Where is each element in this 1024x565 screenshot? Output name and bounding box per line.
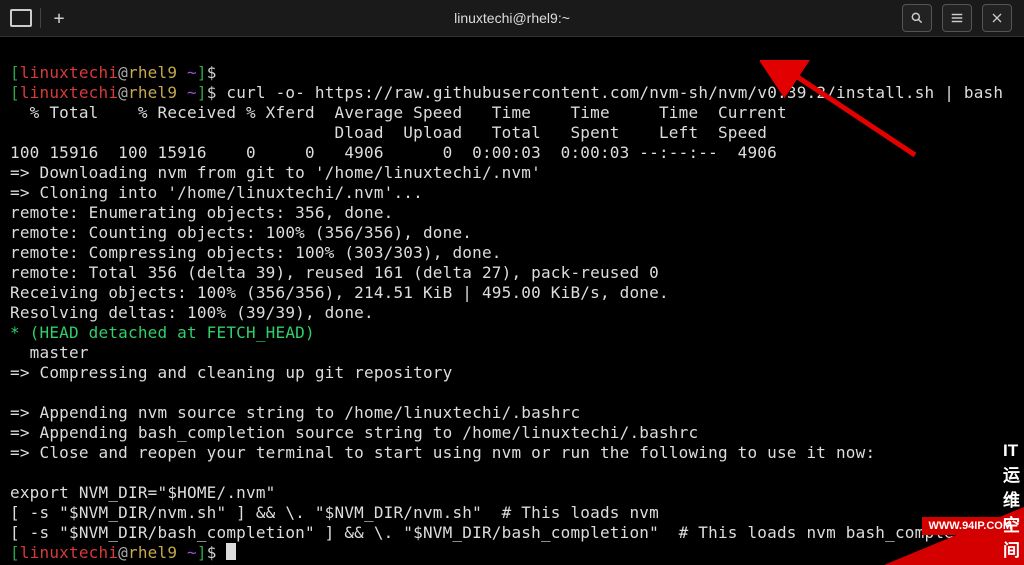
output-line: => Close and reopen your terminal to sta…: [10, 443, 875, 462]
output-line: [ -s "$NVM_DIR/nvm.sh" ] && \. "$NVM_DIR…: [10, 503, 659, 522]
close-icon: [991, 12, 1003, 24]
curl-header-1: % Total % Received % Xferd Average Speed…: [10, 103, 787, 122]
watermark-text: IT运维空间: [1003, 441, 1020, 561]
titlebar-right: [902, 4, 1024, 32]
git-head-line: * (HEAD detached at FETCH_HEAD): [10, 323, 315, 342]
curl-progress: 100 15916 100 15916 0 0 4906 0 0:00:03 0…: [10, 143, 777, 162]
output-line: Receiving objects: 100% (356/356), 214.5…: [10, 283, 669, 302]
titlebar: + linuxtechi@rhel9:~: [0, 0, 1024, 37]
terminal-app-icon[interactable]: [10, 9, 32, 27]
menu-button[interactable]: [942, 4, 972, 32]
output-line: => Appending nvm source string to /home/…: [10, 403, 580, 422]
output-line: => Compressing and cleaning up git repos…: [10, 363, 452, 382]
terminal-output[interactable]: [linuxtechi@rhel9 ~]$ [linuxtechi@rhel9 …: [0, 37, 1024, 563]
output-line: remote: Total 356 (delta 39), reused 161…: [10, 263, 659, 282]
output-line: remote: Compressing objects: 100% (303/3…: [10, 243, 502, 262]
prompt-line-2: [linuxtechi@rhel9 ~]$: [10, 83, 217, 102]
titlebar-left: +: [0, 8, 69, 28]
prompt-line-3: [linuxtechi@rhel9 ~]$: [10, 543, 217, 562]
search-button[interactable]: [902, 4, 932, 32]
hamburger-icon: [950, 11, 964, 25]
output-line: [ -s "$NVM_DIR/bash_completion" ] && \. …: [10, 523, 993, 542]
output-line: export NVM_DIR="$HOME/.nvm": [10, 483, 276, 502]
output-line: remote: Enumerating objects: 356, done.: [10, 203, 393, 222]
curl-header-2: Dload Upload Total Spent Left Speed: [10, 123, 767, 142]
search-icon: [910, 11, 924, 25]
command-text: curl -o- https://raw.githubusercontent.c…: [226, 83, 1003, 102]
output-line: => Appending bash_completion source stri…: [10, 423, 698, 442]
output-line: => Cloning into '/home/linuxtechi/.nvm'.…: [10, 183, 423, 202]
close-button[interactable]: [982, 4, 1012, 32]
output-line: remote: Counting objects: 100% (356/356)…: [10, 223, 472, 242]
output-line: Resolving deltas: 100% (39/39), done.: [10, 303, 374, 322]
cursor: [226, 543, 236, 560]
git-branch-line: master: [10, 343, 89, 362]
window-title: linuxtechi@rhel9:~: [454, 10, 570, 26]
prompt-line-1: [linuxtechi@rhel9 ~]$: [10, 63, 217, 82]
new-tab-button[interactable]: +: [40, 8, 69, 28]
output-line: => Downloading nvm from git to '/home/li…: [10, 163, 541, 182]
